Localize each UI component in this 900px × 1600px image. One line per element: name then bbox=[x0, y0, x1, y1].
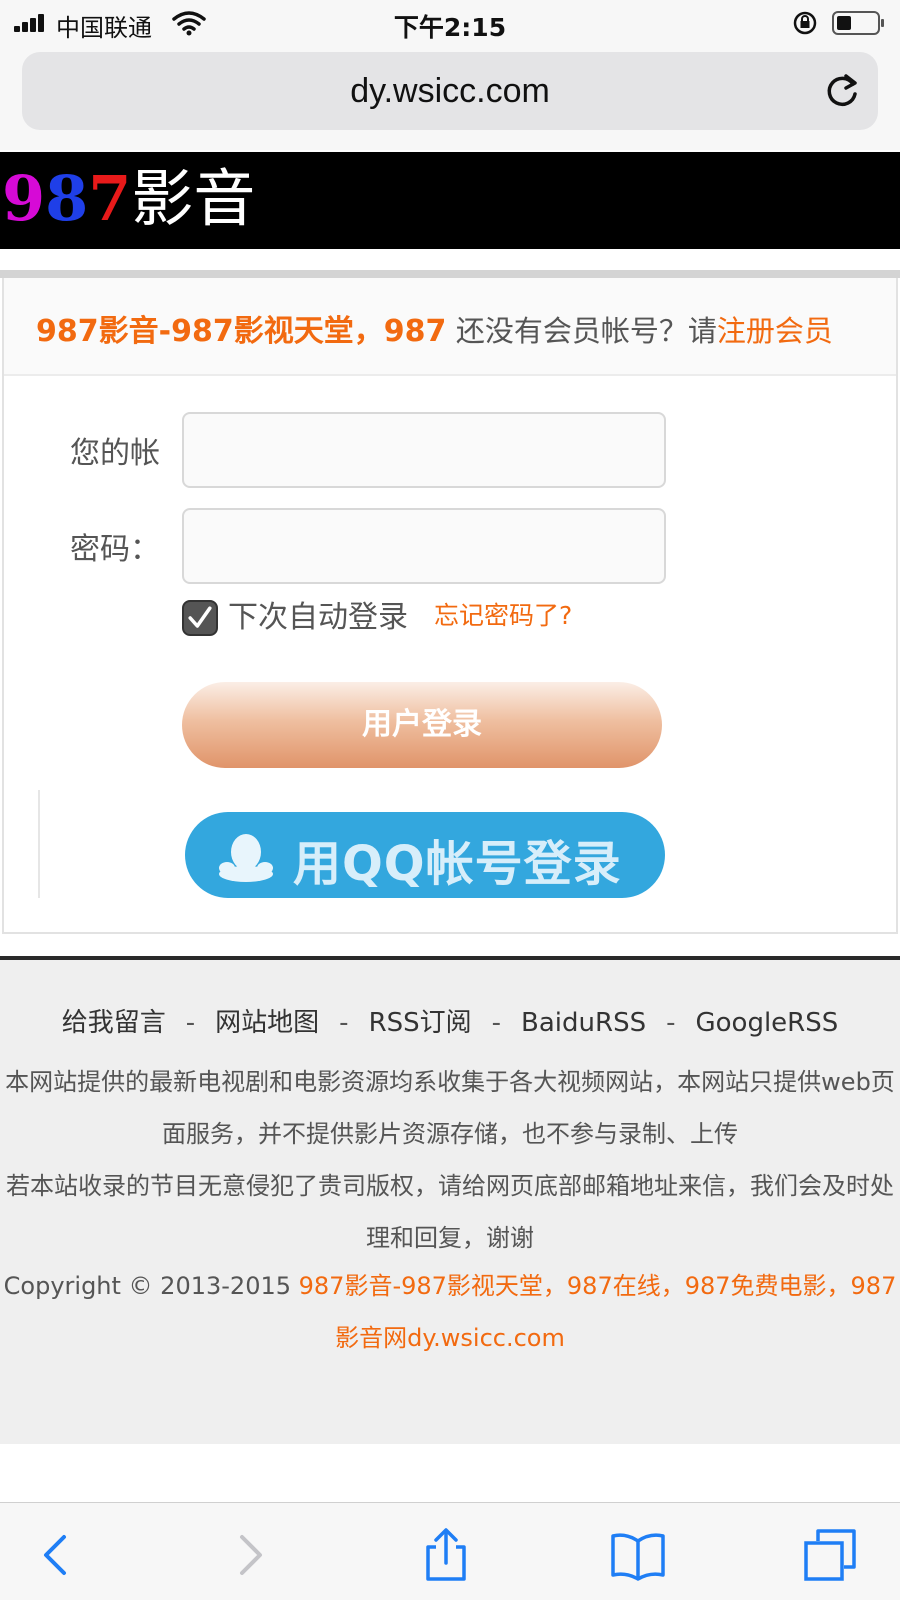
copyright-prefix: Copyright © 2013-2015 bbox=[3, 1272, 299, 1300]
section-divider bbox=[0, 270, 900, 278]
qq-button-label: 用QQ帐号登录 bbox=[293, 836, 622, 892]
copyright-site-link[interactable]: 987影音-987影视天堂，987在线，987免费电影，987影音网dy.wsi… bbox=[299, 1272, 897, 1352]
footer-link-baidurss[interactable]: BaiduRSS bbox=[521, 1008, 646, 1038]
site-header: 987影音 bbox=[0, 152, 900, 249]
status-bar: 中国联通 下午2:15 bbox=[0, 0, 900, 46]
remember-label[interactable]: 下次自动登录 bbox=[228, 592, 408, 636]
qq-penguin-icon bbox=[219, 834, 273, 882]
password-label: 密码： bbox=[70, 532, 160, 567]
login-site-name: 987影音-987影视天堂，987 bbox=[36, 314, 447, 349]
footer-link-sitemap[interactable]: 网站地图 bbox=[215, 1008, 319, 1038]
footer-separator: - bbox=[339, 1008, 349, 1038]
footer-links: 给我留言 - 网站地图 - RSS订阅 - BaiduRSS - GoogleRSS bbox=[0, 1002, 900, 1039]
copyright: Copyright © 2013-2015 987影音-987影视天堂，987在… bbox=[0, 1260, 900, 1364]
footer-separator: - bbox=[185, 1008, 196, 1038]
login-header-line: 987影音-987影视天堂，987 还没有会员帐号？请注册会员 bbox=[36, 306, 833, 350]
logo-digit-1: 9 bbox=[2, 162, 46, 235]
browser-address-area: dy.wsicc.com bbox=[0, 46, 900, 150]
password-input[interactable] bbox=[182, 508, 666, 584]
footer-separator: - bbox=[666, 1008, 676, 1038]
disclaimer-line-2: 若本站收录的节目无意侵犯了贵司版权，请给网页底部邮箱地址来信，我们会及时处理和回… bbox=[6, 1172, 894, 1252]
reload-icon[interactable] bbox=[822, 70, 862, 110]
logo-word: 影音 bbox=[131, 162, 256, 235]
footer-link-googlerss[interactable]: GoogleRSS bbox=[695, 1008, 838, 1038]
browser-toolbar bbox=[0, 1502, 900, 1600]
logo-digit-2: 8 bbox=[45, 162, 89, 235]
footer-separator: - bbox=[491, 1008, 502, 1038]
footer-disclaimer: 本网站提供的最新电视剧和电影资源均系收集于各大视频网站，本网站只提供web页面服… bbox=[4, 1056, 896, 1264]
rotation-lock-icon bbox=[793, 11, 817, 35]
bookmarks-icon[interactable] bbox=[610, 1527, 666, 1583]
no-account-text: 还没有会员帐号？请 bbox=[455, 314, 717, 348]
back-icon[interactable] bbox=[28, 1527, 84, 1583]
login-panel: 987影音-987影视天堂，987 还没有会员帐号？请注册会员 您的帐 密码： … bbox=[2, 278, 898, 934]
battery-icon bbox=[832, 11, 884, 35]
disclaimer-line-1: 本网站提供的最新电视剧和电影资源均系收集于各大视频网站，本网站只提供web页面服… bbox=[5, 1068, 895, 1148]
account-input[interactable] bbox=[182, 412, 666, 488]
address-bar[interactable]: dy.wsicc.com bbox=[22, 52, 878, 130]
login-panel-header: 987影音-987影视天堂，987 还没有会员帐号？请注册会员 bbox=[4, 278, 896, 376]
site-footer: 给我留言 - 网站地图 - RSS订阅 - BaiduRSS - GoogleRSS 本网站提供… bbox=[0, 960, 900, 1444]
share-icon[interactable] bbox=[418, 1527, 474, 1583]
account-label: 您的帐 bbox=[70, 436, 160, 471]
footer-link-message[interactable]: 给我留言 bbox=[62, 1008, 166, 1038]
logo-digit-3: 7 bbox=[88, 162, 132, 235]
qq-divider bbox=[38, 790, 40, 898]
clock: 下午2:15 bbox=[393, 13, 507, 42]
forward-icon[interactable] bbox=[222, 1527, 278, 1583]
site-logo[interactable]: 987影音 bbox=[2, 162, 255, 236]
footer-link-rss[interactable]: RSS订阅 bbox=[369, 1008, 472, 1038]
checkmark-icon bbox=[188, 606, 212, 628]
register-link[interactable]: 注册会员 bbox=[717, 314, 833, 348]
login-button[interactable]: 用户登录 bbox=[182, 682, 662, 768]
tabs-icon[interactable] bbox=[802, 1527, 858, 1583]
forgot-password-link[interactable]: 忘记密码了? bbox=[434, 596, 572, 632]
remember-checkbox[interactable] bbox=[182, 600, 218, 636]
qq-login-button[interactable]: 用QQ帐号登录 bbox=[185, 812, 665, 898]
url-text[interactable]: dy.wsicc.com bbox=[22, 72, 878, 111]
